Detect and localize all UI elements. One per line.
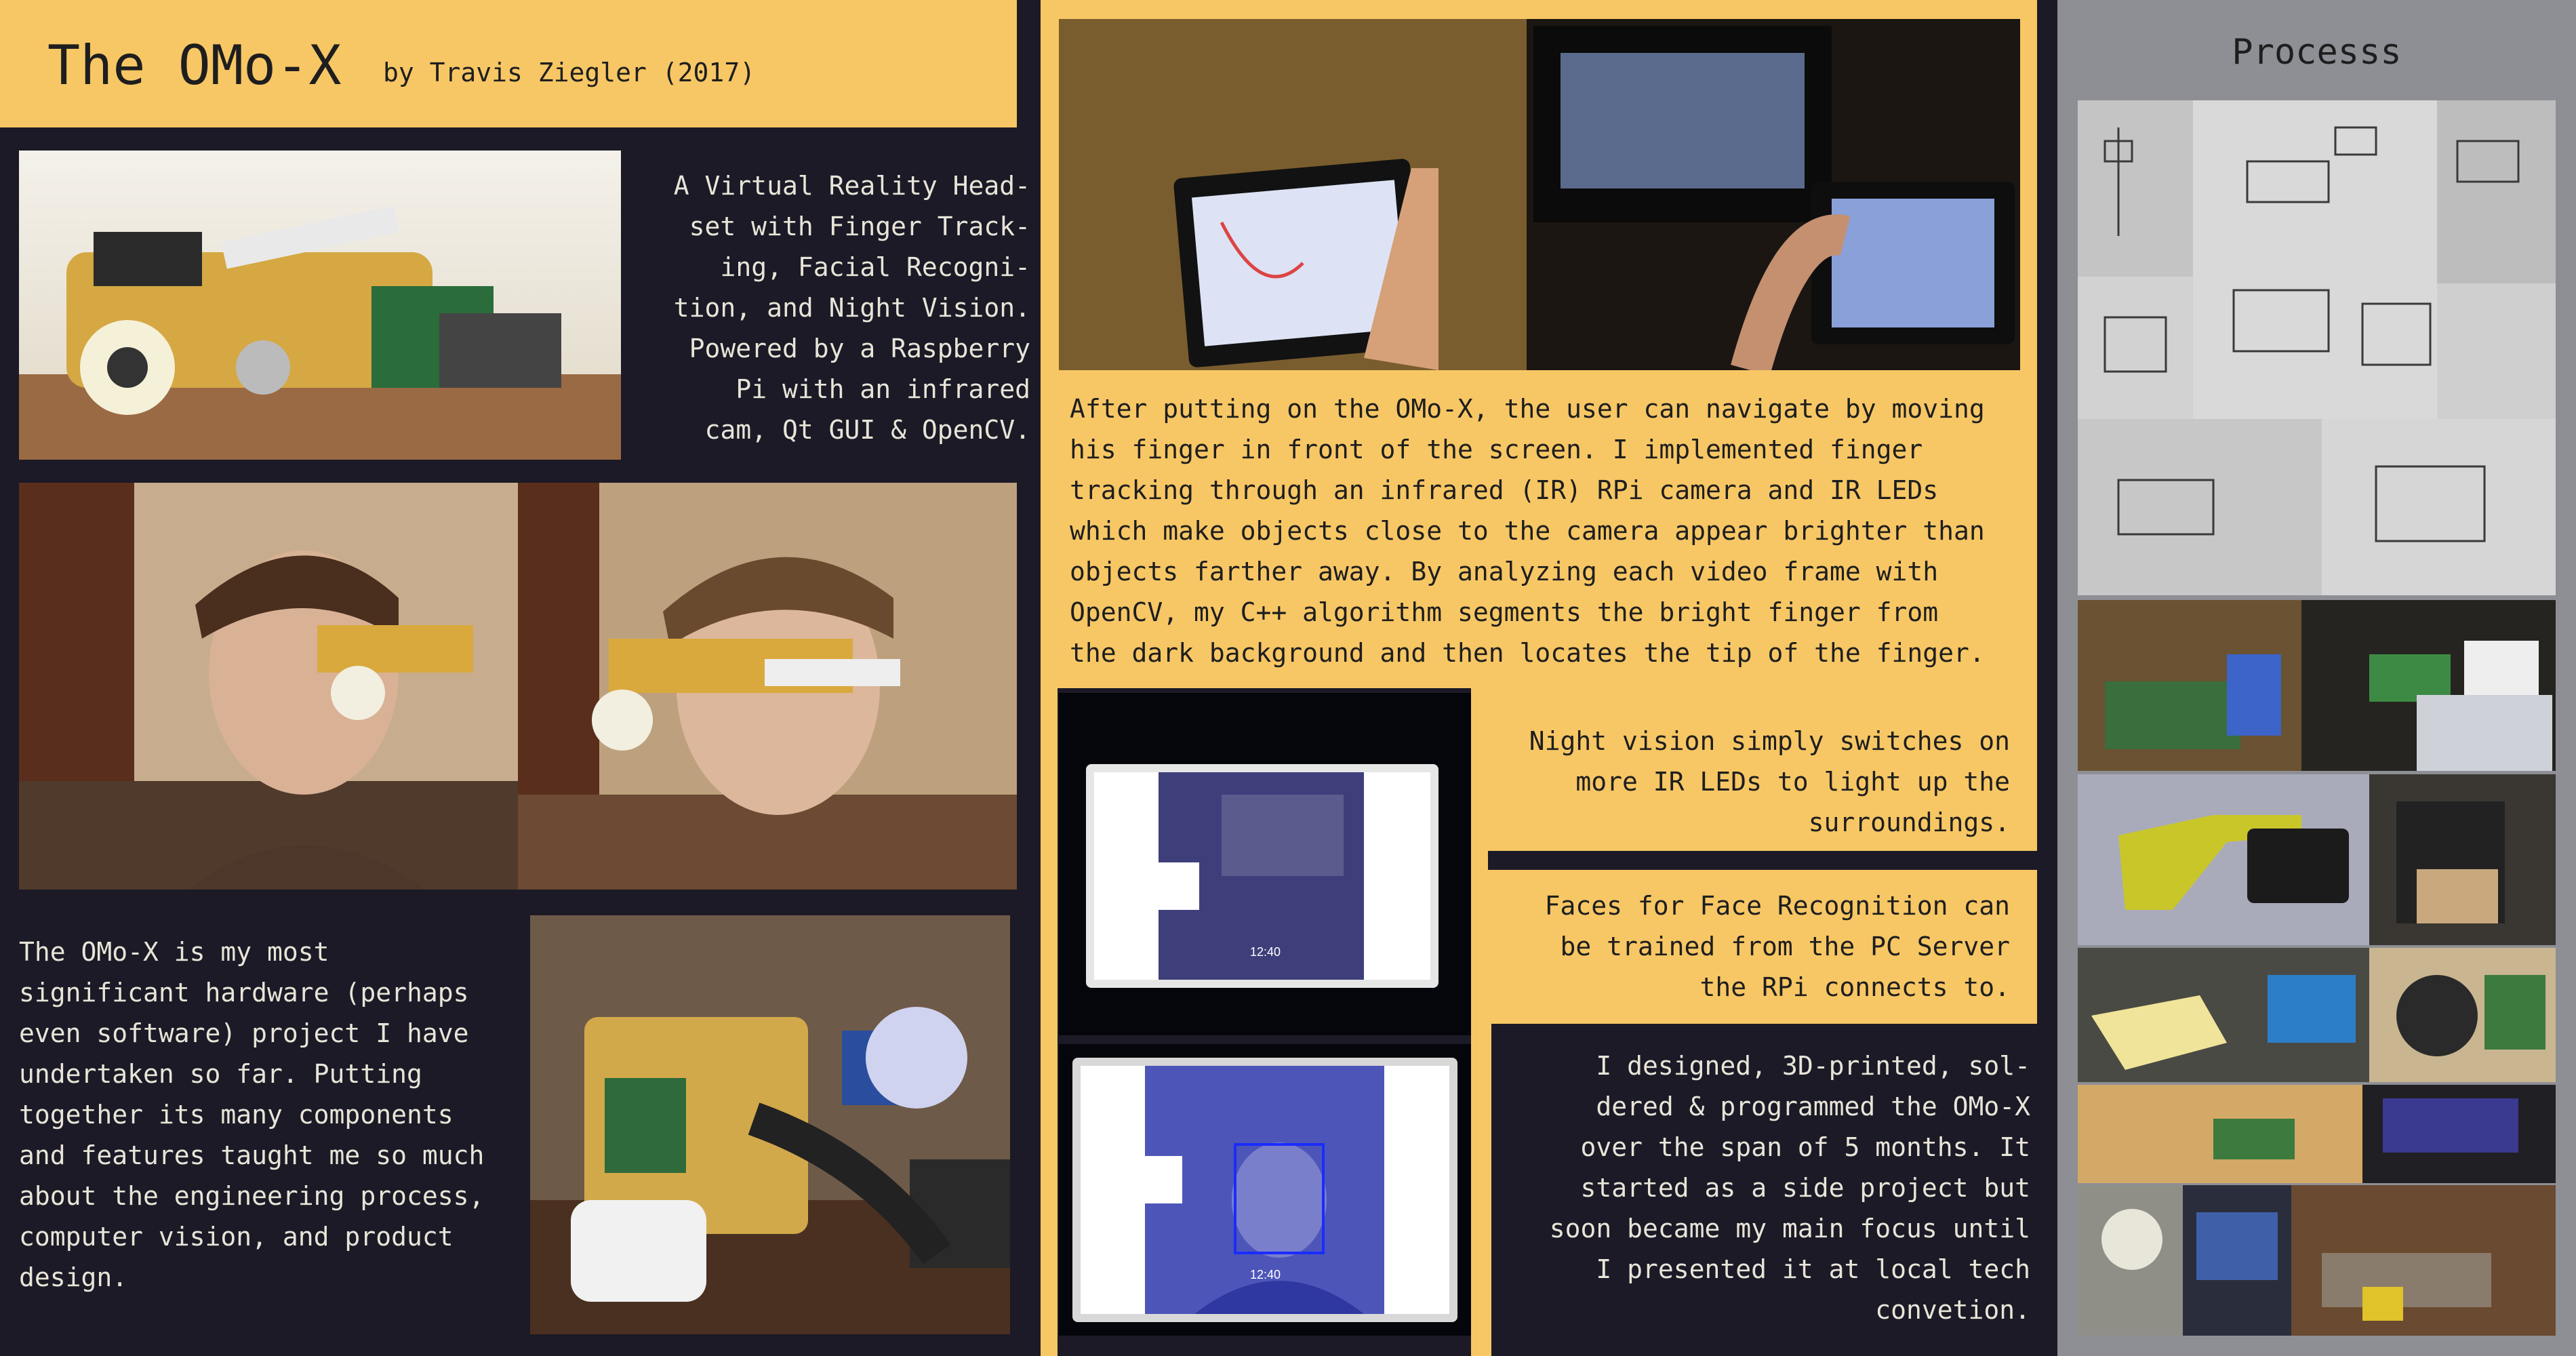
build-photo-4: [2078, 1185, 2556, 1336]
design-text: I designed, 3D-printed, sol-dered & prog…: [1549, 1051, 2030, 1325]
page-byline: by Travis Ziegler (2017): [383, 58, 756, 87]
night-vision-text: Night vision simply switches on more IR L…: [1529, 726, 2010, 837]
process-title: Processs: [2232, 32, 2402, 73]
headset-side-photo: [530, 915, 1010, 1334]
build-photo-3: [2078, 1085, 2556, 1183]
headset-photo: [19, 151, 621, 460]
night-vision-screen: 12:40: [1059, 693, 1471, 1035]
face-screen-clock: 12:40: [1250, 1268, 1281, 1281]
face-recognition-screen: 12:40: [1059, 1044, 1471, 1336]
intro-text: A Virtual Reality Head-set with Finger T…: [673, 171, 1030, 445]
finger-tracking-photo: [1059, 19, 2020, 370]
night-vision-clock: 12:40: [1250, 945, 1281, 959]
wearing-photos: [19, 483, 1017, 890]
finger-tracking-text: After putting on the OMo-X, the user can…: [1070, 394, 1985, 668]
page-title: The OMo-X: [47, 34, 342, 97]
significance-text: The OMo-X is my most significant hardware…: [19, 937, 485, 1292]
sketch-collage: [2078, 100, 2556, 595]
build-photo-1: [2078, 600, 2556, 771]
cad-photo: [2078, 774, 2556, 945]
faces-text: Faces for Face Recognition can be trained…: [1544, 891, 2010, 1002]
separator: [1488, 851, 2037, 870]
build-photo-2: [2078, 948, 2556, 1082]
